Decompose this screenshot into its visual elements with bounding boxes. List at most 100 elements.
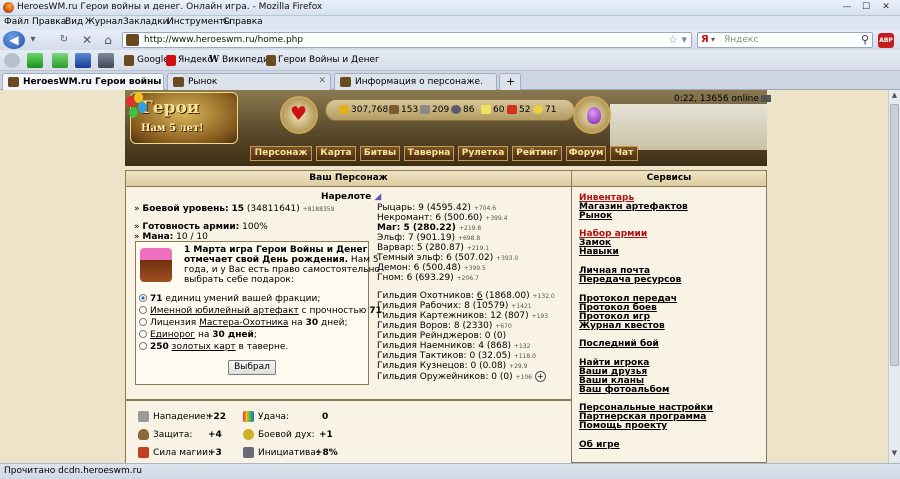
menu-edit[interactable]: Правка: [32, 17, 66, 27]
balloons-icon: [126, 92, 148, 132]
combat-level: » Боевой уровень: 15 (34811641) +8188359: [134, 204, 335, 214]
home-icon[interactable]: ⌂: [100, 32, 116, 48]
initiative-icon: [243, 447, 254, 458]
services-panel-title: Сервисы: [572, 171, 766, 187]
combat-stats-panel: Нападение: +22 Удача: 0 Защита: +4 Боево…: [125, 400, 572, 463]
back-button[interactable]: ◀: [3, 31, 25, 49]
service-photo-album[interactable]: Ваш фотоальбом: [579, 385, 669, 395]
url-bar[interactable]: http://www.heroeswm.ru/home.php ☆ ▾: [122, 32, 692, 48]
service-skills[interactable]: Навыки: [579, 247, 619, 257]
scroll-down-icon[interactable]: ▼: [889, 449, 900, 461]
search-icon[interactable]: ⚲: [861, 33, 869, 46]
search-engine-dropdown-icon[interactable]: ▾: [711, 35, 715, 44]
army-readiness: » Готовность армии: 100%: [134, 222, 268, 232]
maximize-button[interactable]: ☐: [857, 1, 875, 14]
gift-option-license[interactable]: Лицензия Мастера-Охотника на 30 дней;: [139, 318, 348, 328]
download-icon[interactable]: [52, 53, 68, 68]
gift-option-cards[interactable]: 250 золотых карт в таверне.: [139, 342, 288, 352]
nav-rating[interactable]: Рейтинг: [512, 146, 562, 161]
bookmark-star-icon[interactable]: ☆ ▾: [668, 33, 687, 46]
navigation-toolbar: ◀ ▾ ↻ ✕ ⌂ http://www.heroeswm.ru/home.ph…: [0, 30, 900, 50]
resource-sulfur: 60: [493, 105, 505, 115]
ore-icon: [420, 105, 430, 114]
server-clock: 0:22, 13656 online: [674, 94, 771, 104]
stat-attack-value: +22: [206, 412, 227, 422]
search-box[interactable]: Я ▾ Яндекс ⚲: [697, 32, 873, 48]
menu-file[interactable]: Файл: [4, 17, 29, 27]
gift-option-skills[interactable]: 71 единиц умений вашей фракции;: [139, 294, 320, 304]
game-nav-menu: Персонаж Карта Битвы Таверна Рулетка Рей…: [200, 146, 655, 162]
nav-chat[interactable]: Чат: [610, 146, 638, 161]
guild-row: Гильдия Картежников: 12 (807) +193: [377, 311, 549, 321]
service-about-game[interactable]: Об игре: [579, 440, 620, 450]
tab-market[interactable]: Рынок ✕: [167, 73, 331, 90]
scrollbar-thumb[interactable]: [890, 104, 899, 366]
yandex-icon[interactable]: Я: [701, 34, 709, 45]
tab-home[interactable]: HeroesWM.ru Герои войны и де...: [2, 73, 164, 90]
mail-icon[interactable]: [760, 95, 771, 102]
radio-unicorn[interactable]: [139, 330, 147, 338]
menu-help[interactable]: Справка: [223, 17, 263, 27]
menu-bookmarks[interactable]: Закладки: [123, 17, 169, 27]
nav-roulette[interactable]: Рулетка: [458, 146, 508, 161]
tab-label: HeroesWM.ru Герои войны и де...: [23, 77, 163, 87]
guild-row: Гильдия Тактиков: 0 (32.05) +118.0: [377, 351, 536, 361]
star-bookmark-icon[interactable]: [75, 53, 91, 68]
service-help-project[interactable]: Помощь проекту: [579, 421, 667, 431]
nav-map[interactable]: Карта: [316, 146, 356, 161]
bookmark-yandex[interactable]: Яндекс: [178, 55, 212, 65]
gold-icon: [339, 105, 349, 114]
status-text: Прочитано dcdn.heroeswm.ru: [4, 466, 142, 476]
minimize-button[interactable]: —: [838, 1, 856, 14]
guild-plus-button[interactable]: +: [534, 371, 546, 382]
tab-label: Рынок: [188, 77, 218, 87]
gift-option-artifact[interactable]: Именной юбилейный артефакт с прочностью …: [139, 306, 385, 316]
radio-artifact[interactable]: [139, 306, 147, 314]
close-window-button[interactable]: ✕: [877, 1, 895, 14]
tab-close-icon[interactable]: ✕: [318, 76, 326, 86]
radio-license[interactable]: [139, 318, 147, 326]
history-icon[interactable]: [4, 53, 20, 68]
reload-icon[interactable]: ↻: [56, 32, 72, 48]
menu-view[interactable]: Вид: [65, 17, 83, 27]
guild-hunters-link[interactable]: 6: [477, 291, 483, 301]
mercury-icon: [451, 105, 461, 114]
new-tab-button[interactable]: +: [499, 73, 521, 90]
menu-tools[interactable]: Инструменты: [167, 17, 231, 27]
gift-option-unicorn[interactable]: Единорог на 30 дней;: [139, 330, 257, 340]
stat-morale-label: Боевой дух:: [258, 430, 315, 440]
gem-icon: [533, 105, 543, 114]
menu-history[interactable]: Журнал: [85, 17, 123, 27]
tab-character-info[interactable]: Информация о персонаже.: [334, 73, 497, 90]
new-tab-plus-icon[interactable]: [27, 53, 43, 68]
radio-cards[interactable]: [139, 342, 147, 350]
luck-icon: [243, 411, 254, 422]
screen-icon[interactable]: [98, 53, 114, 68]
choose-gift-button[interactable]: Выбрал: [228, 360, 276, 375]
stat-initiative-value: +8%: [315, 448, 338, 458]
nav-tavern[interactable]: Таверна: [404, 146, 454, 161]
faction-row: Гном: 6 (693.29) +206.7: [377, 273, 479, 283]
nav-character[interactable]: Персонаж: [250, 146, 312, 161]
service-quest-journal[interactable]: Журнал квестов: [579, 321, 665, 331]
service-market[interactable]: Рынок: [579, 211, 612, 221]
stat-luck-value: 0: [322, 412, 329, 422]
page-scrollbar[interactable]: ▲ ▼: [888, 90, 900, 463]
forward-dropdown-icon[interactable]: ▾: [26, 32, 40, 48]
faction-row: Маг: 5 (280.22) +219.8: [377, 223, 482, 233]
adblock-icon[interactable]: ABP: [878, 33, 894, 48]
resources-bar: 307,768 153 209 86 60 52 71: [325, 99, 575, 121]
bookmark-google[interactable]: Google: [137, 55, 169, 65]
nav-battles[interactable]: Битвы: [360, 146, 400, 161]
defense-icon: [138, 429, 149, 440]
service-last-battle[interactable]: Последний бой: [579, 339, 659, 349]
faction-row: Эльф: 7 (901.19) +698.8: [377, 233, 481, 243]
scroll-up-icon[interactable]: ▲: [889, 91, 900, 103]
service-transfer-resources[interactable]: Передача ресурсов: [579, 275, 681, 285]
tab-label: Информация о персонаже.: [355, 77, 483, 87]
character-name[interactable]: Нарелоте ◢: [321, 192, 381, 202]
bookmark-heroes[interactable]: Герои Войны и Денег: [278, 55, 380, 65]
radio-skills[interactable]: [139, 294, 147, 302]
nav-forum[interactable]: Форум: [566, 146, 606, 161]
stop-icon[interactable]: ✕: [79, 32, 95, 48]
